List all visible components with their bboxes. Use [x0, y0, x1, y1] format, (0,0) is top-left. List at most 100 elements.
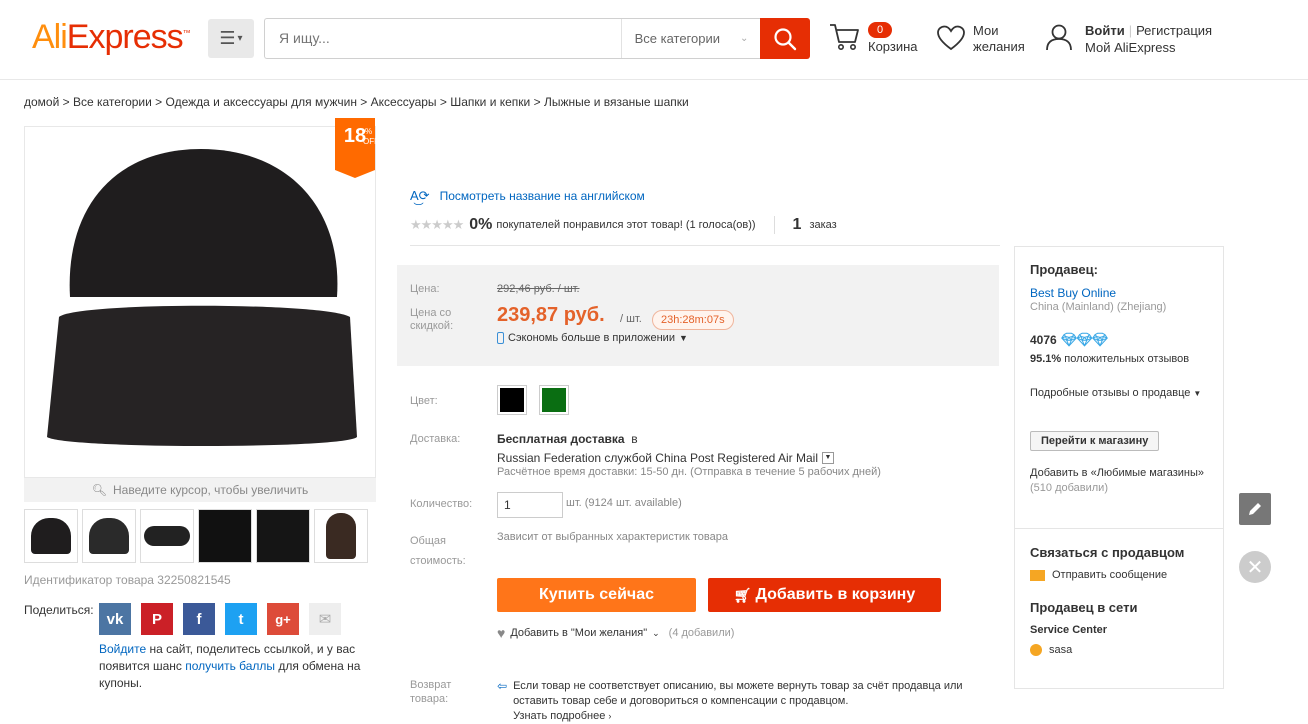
app-save-dropdown[interactable]: Сэкономь больше в приложении ▼	[497, 332, 688, 344]
cart-count-badge: 0	[868, 22, 892, 38]
return-icon: ⇦	[497, 679, 508, 693]
shipping-label: Доставка:	[410, 433, 461, 445]
user-icon[interactable]	[1044, 22, 1074, 55]
translate-icon: A͜⟳	[410, 188, 430, 203]
zoom-hint: 🔍︎ Наведите курсор, чтобы увеличить	[24, 478, 376, 502]
breadcrumb-item[interactable]: Лыжные и вязаные шапки	[544, 95, 689, 109]
translate-title: A͜⟳ Посмотреть название на английском	[410, 188, 645, 203]
pencil-icon	[1249, 503, 1261, 515]
quantity-label: Количество:	[410, 498, 473, 510]
chat-agent[interactable]: sasa	[1030, 644, 1072, 656]
share-label: Поделиться:	[24, 603, 94, 617]
search-icon	[774, 27, 797, 50]
hamburger-icon: ☰	[219, 28, 236, 48]
send-message-link[interactable]: Отправить сообщение	[1030, 569, 1167, 581]
breadcrumb-item[interactable]: Шапки и кепки	[450, 95, 530, 109]
facebook-icon[interactable]: f	[183, 603, 215, 635]
rating-text: покупателей понравился этот товар! (1 го…	[496, 219, 756, 231]
google-plus-icon[interactable]: g+	[267, 603, 299, 635]
go-to-store-button[interactable]: Перейти к магазину	[1030, 431, 1160, 451]
online-status-icon	[1030, 644, 1042, 656]
add-to-wishlist[interactable]: ♥ Добавить в "Мои желания" ⌄ (4 добавили…	[497, 625, 734, 641]
breadcrumb: домой > Все категории > Одежда и аксессу…	[24, 95, 689, 109]
heart-icon[interactable]	[936, 24, 966, 55]
register-link[interactable]: Регистрация	[1136, 23, 1212, 38]
chevron-down-icon: ⌄	[740, 33, 749, 44]
cart-link[interactable]: Корзина	[868, 39, 918, 54]
login-link[interactable]: Войдите	[99, 642, 146, 656]
categories-menu-button[interactable]: ☰ ▾	[208, 19, 254, 58]
vk-icon[interactable]: vk	[99, 603, 131, 635]
share-buttons: vk P f t g+ ✉	[99, 603, 341, 635]
old-price: 292,46 руб. / шт.	[497, 283, 580, 295]
color-label: Цвет:	[410, 395, 438, 407]
phone-icon	[497, 332, 504, 344]
thumbnail[interactable]	[140, 509, 194, 563]
seller-heading: Продавец:	[1030, 262, 1098, 277]
breadcrumb-item[interactable]: Аксессуары	[371, 95, 437, 109]
pinterest-icon[interactable]: P	[141, 603, 173, 635]
rating-percent: 0%	[469, 216, 493, 233]
chevron-down-icon: ⌄	[652, 627, 660, 638]
login-link[interactable]: Войти	[1085, 23, 1125, 38]
price-label: Цена:	[410, 283, 440, 295]
close-icon[interactable]: ✕	[1239, 551, 1271, 583]
search-input[interactable]	[279, 30, 609, 46]
quantity-input[interactable]	[497, 492, 563, 518]
cart-icon[interactable]	[828, 22, 860, 55]
add-favorite-store[interactable]: Добавить в «Любимые магазины» (510 добав…	[1030, 466, 1210, 496]
breadcrumb-item[interactable]: Все категории	[73, 95, 152, 109]
orders-label: заказ	[809, 219, 837, 231]
category-select[interactable]: Все категории ⌄	[621, 19, 761, 58]
total-label: Общая стоимость:	[410, 535, 466, 567]
my-aliexpress-link[interactable]: Мой AliExpress	[1085, 40, 1176, 55]
wishlist-link[interactable]: Мои желания	[973, 23, 1033, 55]
service-center: Service Center	[1030, 624, 1108, 636]
caret-down-icon: ▾	[237, 33, 243, 44]
thumbnail-strip	[24, 509, 368, 563]
product-main-image[interactable]	[24, 126, 376, 478]
breadcrumb-item[interactable]: Одежда и аксессуары для мужчин	[166, 95, 357, 109]
seller-score: 4076 💎︎💎︎💎︎	[1030, 332, 1109, 347]
thumbnail[interactable]	[24, 509, 78, 563]
returns-label: Возврат товара:	[410, 679, 452, 705]
thumbnail[interactable]	[256, 509, 310, 563]
store-name-link[interactable]: Best Buy Online	[1030, 286, 1116, 300]
heart-icon: ♥	[497, 625, 506, 641]
aliexpress-logo[interactable]: AliExpress™	[32, 18, 191, 57]
detailed-reviews-dropdown[interactable]: Подробные отзывы о продавце ▼	[1030, 386, 1210, 401]
returns-info: ⇦ Если товар не соответствует описанию, …	[497, 679, 963, 722]
thumbnail[interactable]	[82, 509, 136, 563]
add-to-cart-button[interactable]: 🛒︎ Добавить в корзину	[708, 578, 941, 612]
total-note: Зависит от выбранных характеристик товар…	[497, 531, 728, 543]
search-button[interactable]	[760, 18, 810, 59]
quantity-available: шт. (9124 шт. available)	[566, 497, 682, 509]
twitter-icon[interactable]: t	[225, 603, 257, 635]
online-heading: Продавец в сети	[1030, 600, 1138, 615]
caret-down-icon: ▼	[678, 333, 688, 343]
diamond-icon: 💎︎💎︎💎︎	[1060, 332, 1109, 347]
magnifier-icon: 🔍︎	[91, 483, 108, 497]
dropdown-icon: ▼	[822, 452, 835, 464]
search-bar: Все категории ⌄	[264, 18, 760, 59]
buy-now-button[interactable]: Купить сейчас	[497, 578, 696, 612]
shipping-service-select[interactable]: Russian Federation службой China Post Re…	[497, 451, 835, 465]
breadcrumb-item[interactable]: домой	[24, 95, 59, 109]
thumbnail[interactable]	[314, 509, 368, 563]
get-points-link[interactable]: получить баллы	[185, 659, 275, 673]
color-swatch-green[interactable]	[539, 385, 569, 415]
thumbnail[interactable]	[198, 509, 252, 563]
rating-row: ★★★★★ 0% покупателей понравился этот тов…	[410, 216, 837, 234]
edit-feedback-button[interactable]	[1239, 493, 1271, 525]
email-icon[interactable]: ✉	[309, 603, 341, 635]
learn-more-link[interactable]: Узнать подробнее	[513, 710, 605, 722]
beanie-image	[47, 149, 357, 446]
top-header: AliExpress™ ☰▾ Все категории ⌄ 0 Корзина…	[0, 0, 1308, 80]
product-id: Идентификатор товара 32250821545	[24, 573, 231, 587]
discount-badge: 18 % OFF	[335, 118, 379, 178]
color-swatch-black[interactable]	[497, 385, 527, 415]
seller-panel: Продавец: Best Buy Online China (Mainlan…	[1014, 246, 1224, 689]
per-unit: / шт.	[620, 313, 642, 325]
discount-price-label: Цена со скидкой:	[410, 307, 454, 332]
shipping-time: Расчётное время доставки: 15-50 дн. (Отп…	[497, 466, 881, 478]
